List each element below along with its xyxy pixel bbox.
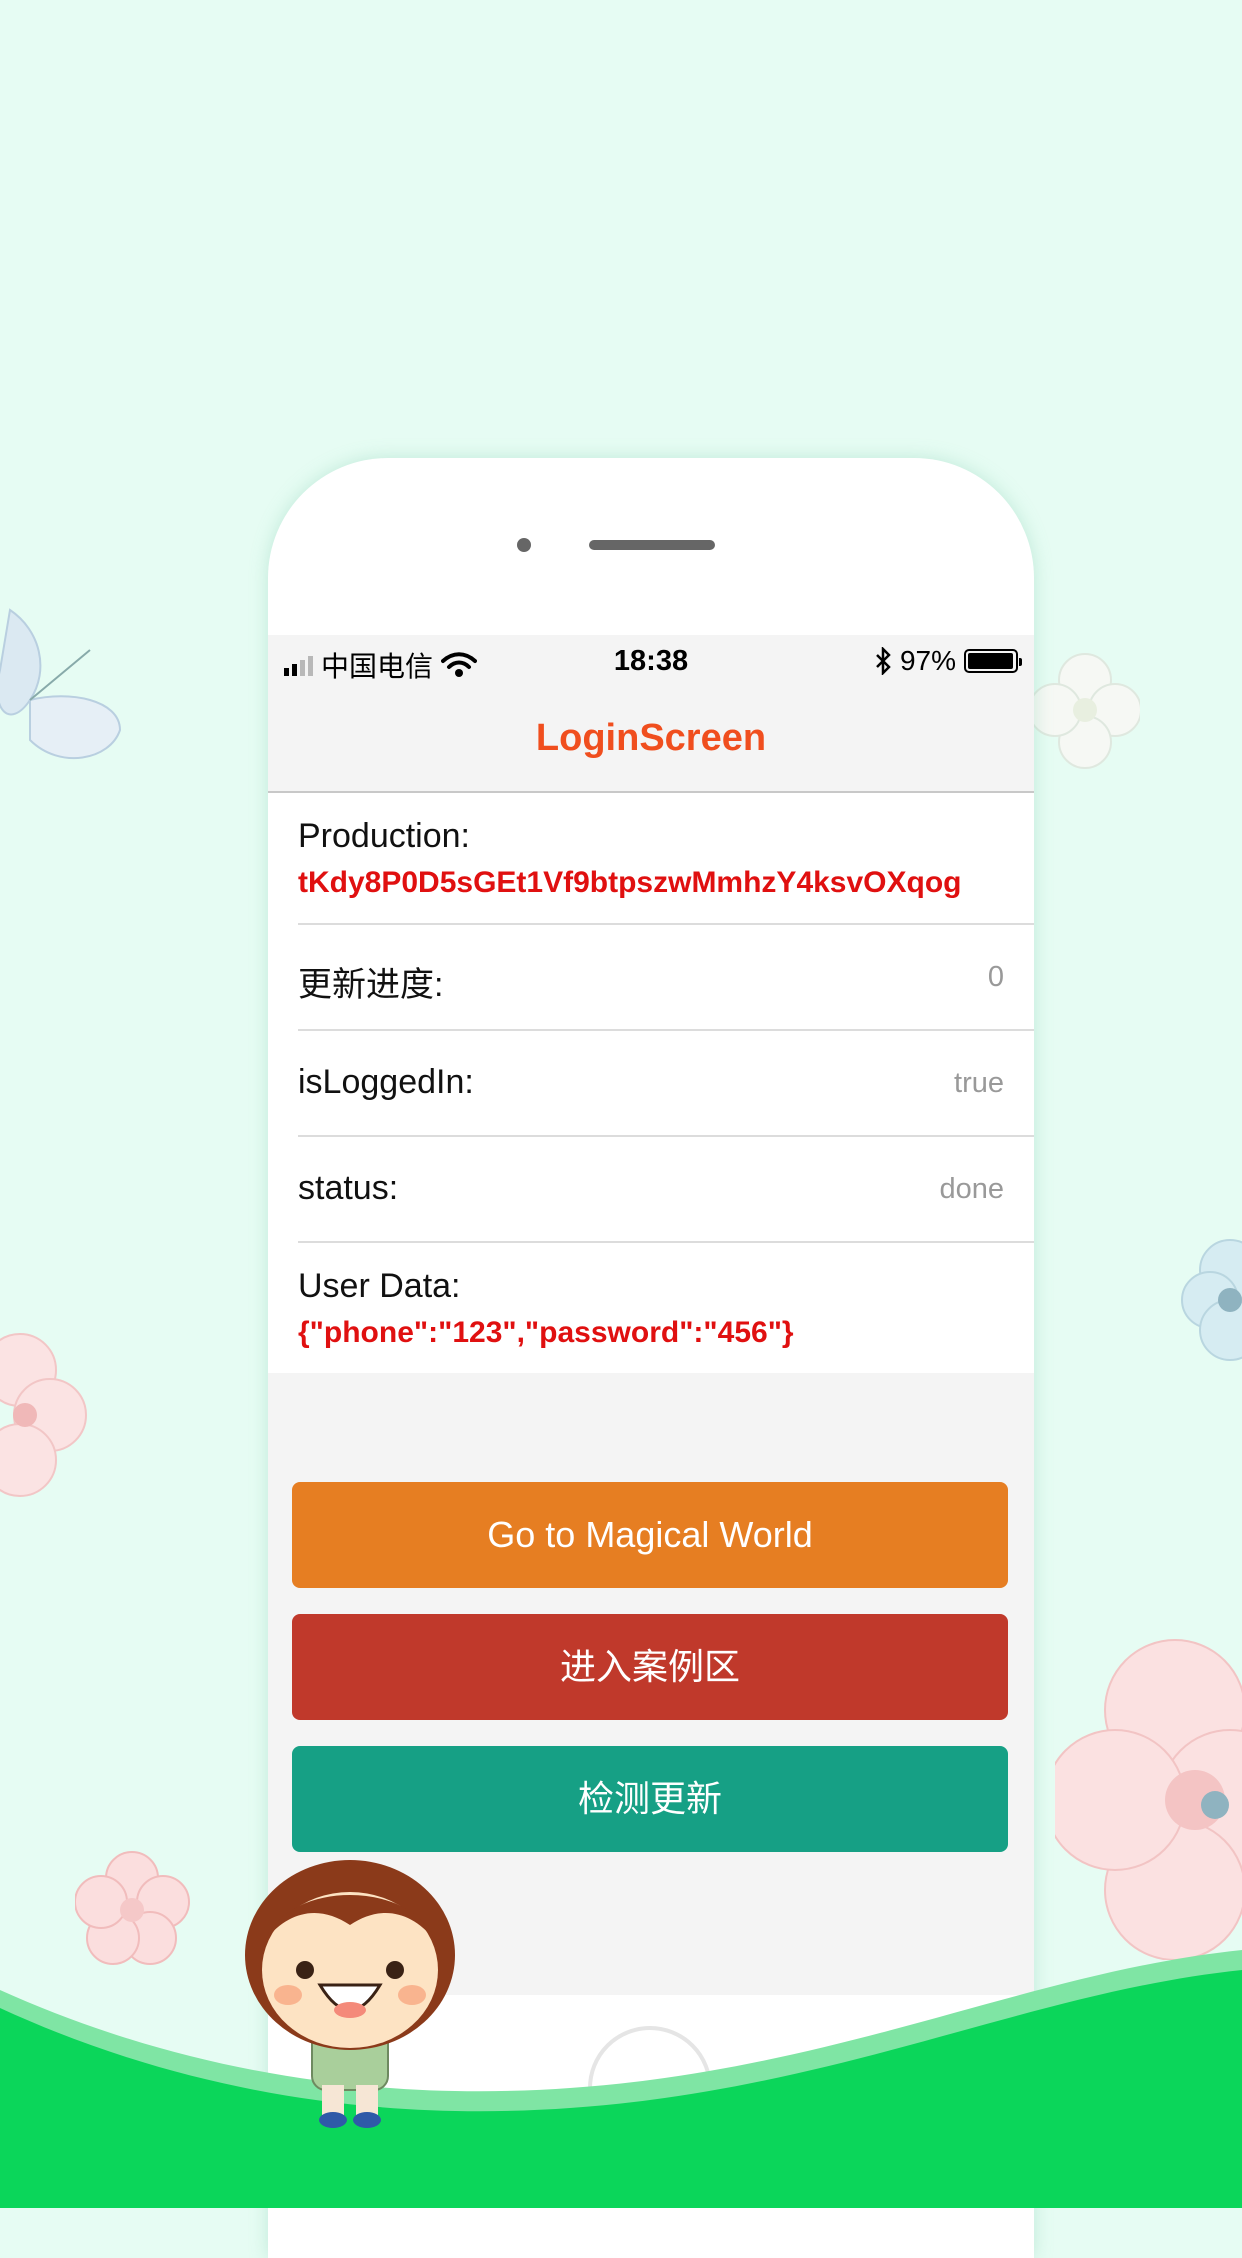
progress-label: 更新进度: [298,966,444,1004]
battery-icon [964,649,1022,673]
production-value: tKdy8P0D5sGEt1Vf9btpszwMmhzY4ksvOXqog [298,866,962,899]
status-label: status: [298,1169,399,1207]
list-item-production: Production: tKdy8P0D5sGEt1Vf9btpszwMmhzY… [298,793,1034,925]
logged-in-label: isLoggedIn: [298,1063,474,1101]
page-title: LoginScreen [535,717,767,759]
user-data-value: {"phone":"123","password":"456"} [298,1316,794,1349]
list-item-status: status: done [298,1137,1034,1243]
bluetooth-icon [876,647,891,675]
flower-icon [1181,1239,1242,1361]
user-data-label: User Data: [298,1267,461,1305]
status-bar: 中国电信 18:38 97% [268,635,1034,691]
flower-icon [1055,1639,1242,1960]
list-item-logged-in: isLoggedIn: true [298,1031,1034,1137]
production-label: Production: [298,817,470,855]
enter-cases-button[interactable]: 进入案例区 [292,1614,1008,1720]
camera-dot [517,538,531,552]
list-item-user-data: User Data: {"phone":"123","password":"45… [298,1243,1034,1373]
flower-icon [0,1333,87,1497]
list-item-progress: 更新进度: 0 [298,925,1034,1031]
flower-icon [1030,653,1140,769]
butterfly-icon [0,608,122,760]
battery-percent: 97% [899,645,956,676]
boy-character-icon [245,1860,455,2128]
progress-value: 0 [987,961,1004,993]
logged-in-value: true [954,1067,1004,1099]
go-to-magical-world-button[interactable]: Go to Magical World [292,1482,1008,1588]
navigation-bar: LoginScreen [268,691,1034,793]
info-list: Production: tKdy8P0D5sGEt1Vf9btpszwMmhzY… [268,793,1034,1373]
speaker-grille [589,540,715,550]
status-value: done [939,1173,1004,1205]
grass-hill [0,1950,1242,2208]
